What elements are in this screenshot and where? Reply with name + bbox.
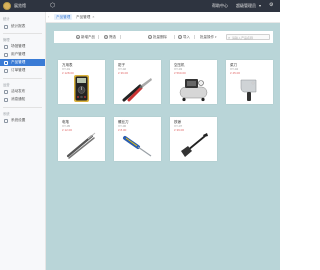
help-center-link[interactable]: 帮助中心	[212, 3, 228, 9]
sidebar-item-users[interactable]: 用户管理	[0, 51, 45, 58]
delete-icon: −	[148, 35, 152, 39]
box-icon	[4, 60, 8, 65]
shovel-image	[181, 133, 208, 157]
product-card[interactable]: 电笔 XY-05 ¥ 12.00	[58, 117, 105, 161]
divider	[174, 35, 175, 39]
product-card[interactable]: 菜刀 XY-04 ¥ 45.00	[226, 60, 273, 104]
sidebar-item-stats[interactable]: 统计报表	[0, 23, 45, 30]
sidebar-item-label: 系统设置	[11, 118, 26, 122]
product-card[interactable]: 万用表 XY-01 ¥ 128.00	[58, 60, 105, 104]
multimeter-image	[74, 75, 89, 102]
bell-icon	[4, 97, 8, 102]
sidebar-section-title: 系统	[3, 112, 10, 116]
user-icon	[4, 52, 8, 57]
chart-icon	[4, 24, 8, 29]
cloud-icon	[4, 89, 8, 94]
search-box[interactable]: ⌕	[226, 34, 270, 40]
sidebar-item-activities[interactable]: 活动发布	[0, 88, 45, 95]
button-label: 筛选	[109, 34, 116, 39]
sidebar: 统计 统计报表 管理 场馆管理 用户管理 产品管理 订单管理 运营 活动发布 消…	[0, 12, 46, 270]
cleaver-image	[240, 79, 257, 101]
sidebar-item-settings[interactable]: 系统设置	[0, 117, 45, 124]
batch-action-button[interactable]: 批量操作 ▾	[200, 34, 217, 40]
arrow-left-icon[interactable]: ‹	[48, 14, 49, 19]
import-button[interactable]: ↓ 导入	[178, 34, 190, 40]
tab-products[interactable]: 产品管理 ×	[74, 14, 96, 20]
filter-button[interactable]: ▿ 筛选	[104, 34, 116, 40]
button-label: 导入	[183, 34, 190, 39]
caret-down-icon: ▾	[215, 35, 217, 39]
logo-icon	[3, 2, 11, 10]
sidebar-item-label: 场馆管理	[11, 44, 26, 48]
tab-products-active[interactable]: 产品管理	[54, 14, 73, 20]
sidebar-item-label: 消息通知	[11, 97, 26, 101]
brand-name: 展览馆	[14, 3, 26, 8]
tab-bar: ‹ 产品管理 产品管理 ×	[46, 12, 280, 23]
compressor-image	[179, 79, 208, 102]
sidebar-item-messages[interactable]: 消息通知	[0, 96, 45, 103]
close-icon[interactable]: ×	[92, 15, 94, 19]
building-icon	[4, 44, 8, 49]
sidebar-item-label: 用户管理	[11, 52, 26, 56]
settings-icon	[4, 118, 8, 123]
chevron-down-icon[interactable]: ▾	[259, 3, 261, 8]
divider	[3, 33, 42, 34]
product-card[interactable]: 钳子 XY-02 ¥ 36.00	[114, 60, 161, 104]
gear-icon[interactable]: ⚙	[269, 2, 273, 8]
import-icon: ↓	[178, 35, 182, 39]
product-grid: 万用表 XY-01 ¥ 128.00 钳子 XY-02 ¥ 36.00 空压机 …	[58, 60, 273, 170]
sidebar-section-title: 管理	[3, 38, 10, 42]
divider	[3, 78, 42, 79]
search-icon: ⌕	[228, 35, 231, 40]
screwdriver-image	[123, 136, 152, 157]
tab-label: 产品管理	[76, 15, 91, 19]
sidebar-item-label: 产品管理	[11, 60, 26, 64]
divider	[120, 35, 121, 39]
filter-icon: ▿	[104, 35, 108, 39]
sidebar-section-title: 统计	[3, 17, 10, 21]
toolbar: + 新增产品 ▿ 筛选 − 批量删除 ↓ 导入 批量操作 ▾ ⌕	[54, 31, 273, 43]
divider	[194, 35, 195, 39]
add-product-button[interactable]: + 新增产品	[76, 34, 95, 40]
divider	[98, 35, 99, 39]
product-card[interactable]: 空压机 XY-03 ¥ 560.00	[170, 60, 217, 104]
user-menu[interactable]: 超级管理员	[236, 3, 256, 9]
menu-toggle-icon[interactable]: ⬡	[50, 3, 56, 9]
pliers-image	[122, 78, 152, 102]
sidebar-item-venues[interactable]: 场馆管理	[0, 43, 45, 50]
sidebar-item-label: 活动发布	[11, 89, 26, 93]
button-label: 新增产品	[81, 34, 95, 39]
test-pencil-image	[66, 132, 96, 159]
divider	[3, 107, 42, 108]
sidebar-item-label: 订单管理	[11, 68, 26, 72]
brand[interactable]: 展览馆	[3, 2, 26, 10]
sidebar-item-orders[interactable]: 订单管理	[0, 67, 45, 74]
batch-delete-button[interactable]: − 批量删除	[148, 34, 167, 40]
button-label: 批量删除	[153, 34, 167, 39]
button-label: 批量操作	[200, 34, 214, 39]
product-card[interactable]: 铁锹 XY-07 ¥ 39.00	[170, 117, 217, 161]
plus-icon: +	[76, 35, 80, 39]
product-card[interactable]: 螺丝刀 XY-06 ¥ 8.00	[114, 117, 161, 161]
sidebar-item-products[interactable]: 产品管理	[0, 59, 45, 66]
list-icon	[4, 68, 8, 73]
top-bar: 展览馆 ⬡ 帮助中心 超级管理员 ▾ ⚙	[0, 0, 280, 12]
search-input[interactable]	[232, 35, 269, 40]
sidebar-item-label: 统计报表	[11, 24, 26, 28]
sidebar-section-title: 运营	[3, 83, 10, 87]
